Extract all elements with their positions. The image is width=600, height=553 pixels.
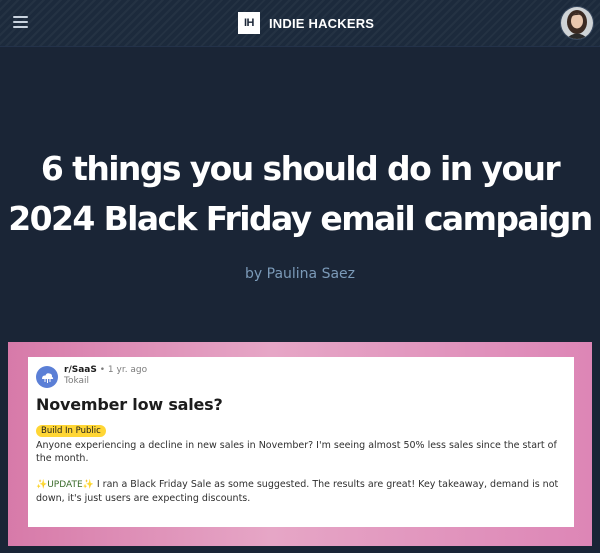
menu-icon-line: [13, 26, 28, 28]
update-label: ✨UPDATE✨: [36, 480, 94, 490]
post-body: Anyone experiencing a decline in new sal…: [36, 440, 557, 464]
post-age: 1 yr. ago: [107, 365, 148, 375]
article-byline: by Paulina Saez: [0, 266, 600, 282]
meta-separator: •: [99, 365, 106, 375]
post-username: Tokail: [64, 376, 90, 386]
hamburger-menu-button[interactable]: [10, 12, 32, 32]
menu-icon-line: [13, 21, 28, 23]
cloud-icon: [42, 373, 54, 383]
article-title-line: 6 things you should do in your: [40, 149, 561, 188]
subreddit-name: r/SaaS: [64, 365, 97, 375]
reddit-post-card: r/SaaS • 1 yr. ago Tokail November low s…: [28, 357, 574, 527]
indie-hackers-home-link[interactable]: IH INDIE HACKERS: [238, 12, 374, 34]
update-text: I ran a Black Friday Sale as some sugges…: [36, 479, 559, 504]
article-title-line: 2024 Black Friday email campaign: [8, 199, 593, 238]
subreddit-icon: [36, 366, 58, 388]
article-cover-image: r/SaaS • 1 yr. ago Tokail November low s…: [8, 342, 592, 546]
user-avatar-button[interactable]: [560, 6, 594, 40]
menu-icon-line: [13, 16, 28, 18]
indie-hackers-logo-icon: IH: [238, 12, 260, 34]
brand-name: INDIE HACKERS: [269, 15, 375, 31]
top-navigation-bar: IH INDIE HACKERS: [0, 0, 600, 47]
user-avatar-icon: [561, 7, 593, 39]
author-link[interactable]: Paulina Saez: [267, 266, 355, 282]
post-flair: Build In Public: [36, 425, 106, 437]
byline-prefix: by: [245, 266, 263, 282]
post-title: November low sales?: [36, 395, 223, 414]
article-title: 6 things you should do in your 2024 Blac…: [0, 144, 600, 244]
post-update: ✨UPDATE✨ I ran a Black Friday Sale as so…: [36, 478, 566, 505]
post-header: r/SaaS • 1 yr. ago Tokail: [36, 365, 566, 388]
post-meta: r/SaaS • 1 yr. ago Tokail: [64, 365, 147, 387]
